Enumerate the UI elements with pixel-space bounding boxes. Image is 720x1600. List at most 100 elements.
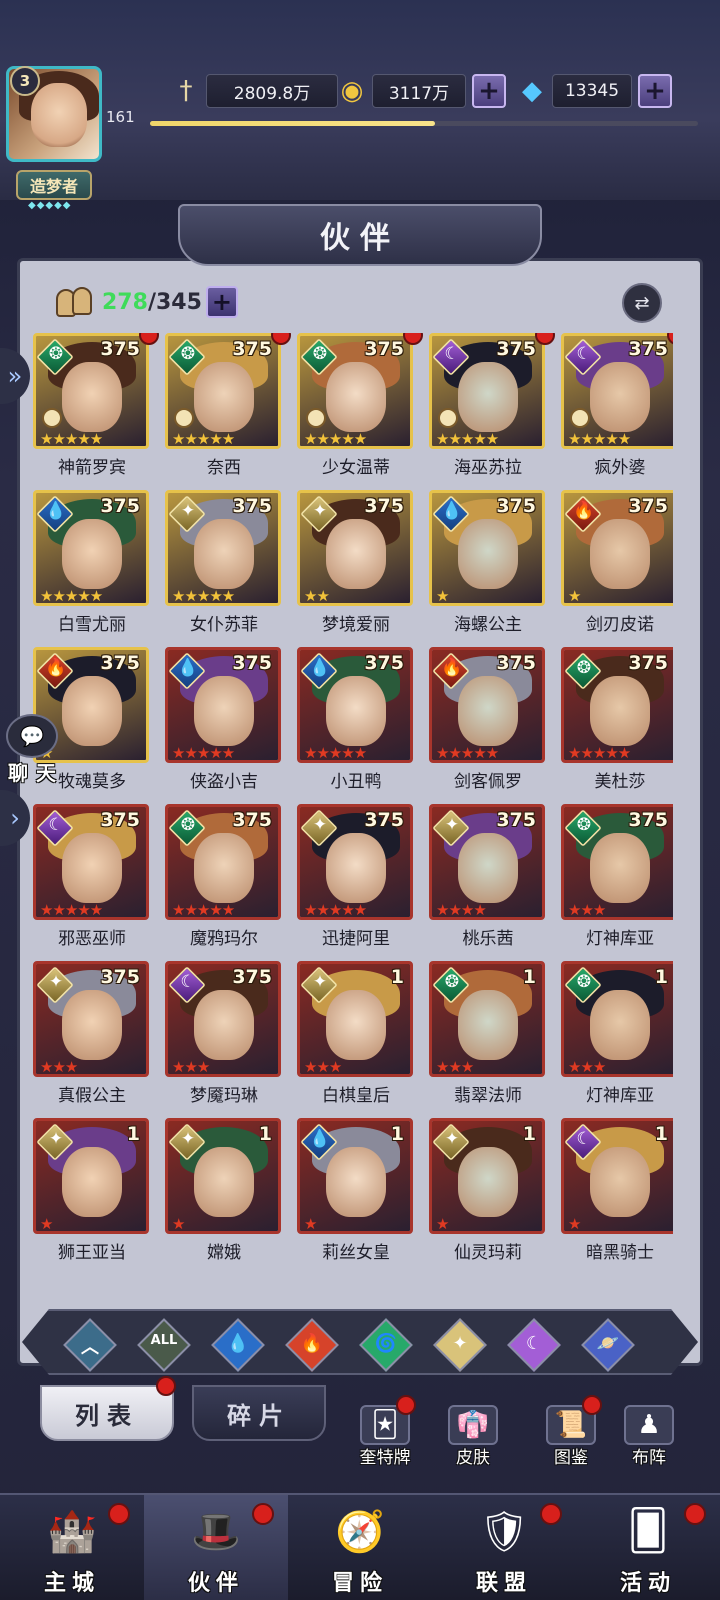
- partner-level: 1: [390, 1123, 404, 1145]
- partner-card[interactable]: ❂ 375 ★★★★★ 魔鸦玛尔: [165, 804, 283, 954]
- star-rating: ★★★: [40, 1058, 78, 1076]
- partner-card[interactable]: ✦ 1 ★ 仙灵玛莉: [429, 1118, 547, 1268]
- partner-card[interactable]: 🔥 375 ★ 剑刃皮诺: [561, 490, 673, 640]
- diamond-icon: ◆: [522, 76, 542, 106]
- partner-name: 疯外婆: [594, 458, 646, 478]
- title-stars: ◆◆◆◆◆: [28, 200, 72, 211]
- gold-display: ◉ 3117万 +: [332, 72, 506, 110]
- gem-value: 13345: [552, 74, 632, 108]
- partner-card[interactable]: 🔥 375 ★★★★★ 剑客佩罗: [429, 647, 547, 797]
- nav-item-3[interactable]: 🛡 联盟: [432, 1495, 576, 1600]
- planet-icon[interactable]: 🪐: [581, 1318, 635, 1372]
- partner-name: 海巫苏拉: [454, 458, 522, 478]
- add-gold-button[interactable]: +: [472, 74, 506, 108]
- partner-card[interactable]: ☾ 1 ★ 暗黑骑士: [561, 1118, 673, 1268]
- partner-card[interactable]: ✦ 1 ★ 狮王亚当: [33, 1118, 151, 1268]
- nav-item-4[interactable]: 🂠 活动: [576, 1495, 720, 1600]
- partner-card[interactable]: ✦ 375 ★★★ 真假公主: [33, 961, 151, 1111]
- partner-name: 白棋皇后: [322, 1086, 390, 1106]
- portrait-face: [326, 1147, 386, 1217]
- partner-card[interactable]: ✦ 375 ★★★★★ 迅捷阿里: [297, 804, 415, 954]
- nature-glyph-icon: ❂: [180, 815, 196, 835]
- partner-count: 278/345 +: [54, 285, 238, 319]
- tab-fragments[interactable]: 碎片: [192, 1385, 326, 1441]
- star-rating: ★: [40, 1215, 53, 1233]
- partner-card[interactable]: ❂ 375 ★★★★★ 神箭罗宾: [33, 333, 159, 483]
- partner-card[interactable]: ❂ 1 ★★★ 翡翠法师: [429, 961, 547, 1111]
- partner-card[interactable]: ❂ 375 ★★★ 灯神库亚: [561, 804, 673, 954]
- partner-card[interactable]: ☾ 375 ★★★★★ 疯外婆: [561, 333, 673, 483]
- partner-card[interactable]: 💧 375 ★★★★★ 白雪尤丽: [33, 490, 151, 640]
- chat-label[interactable]: 聊天: [8, 757, 64, 786]
- dark-glyph-icon: ☾: [180, 972, 196, 992]
- partner-card[interactable]: ☾ 375 ★★★ 梦魇玛琳: [165, 961, 283, 1111]
- partner-card[interactable]: 💧 375 ★★★★★ 侠盗小吉: [165, 647, 283, 797]
- partner-portrait: ❂ 1 ★★★: [561, 961, 673, 1077]
- partner-card[interactable]: ☾ 375 ★★★★★ 海巫苏拉: [429, 333, 555, 483]
- partner-name: 梦境爱丽: [322, 615, 390, 635]
- add-gems-button[interactable]: +: [638, 74, 672, 108]
- fire-icon[interactable]: 🔥: [285, 1318, 339, 1372]
- shortcut-3[interactable]: ♟ 布阵: [612, 1405, 686, 1468]
- partner-card[interactable]: ✦ 1 ★★★ 白棋皇后: [297, 961, 415, 1111]
- partner-level: 1: [522, 1123, 536, 1145]
- partner-portrait: ❂ 375 ★★★★★: [297, 333, 413, 449]
- partner-card[interactable]: ✦ 375 ★★ 梦境爱丽: [297, 490, 415, 640]
- partner-card[interactable]: 💧 375 ★ 海螺公主: [429, 490, 547, 640]
- partner-level: 375: [232, 495, 272, 517]
- partner-card[interactable]: ❂ 375 ★★★★★ 美杜莎: [561, 647, 673, 797]
- partner-name: 剑客佩罗: [454, 772, 522, 792]
- partner-card[interactable]: ☾ 375 ★★★★★ 邪恶巫师: [33, 804, 151, 954]
- player-exp: 161: [106, 108, 135, 126]
- player-title-badge[interactable]: 造梦者: [16, 170, 92, 200]
- partner-name: 奈西: [207, 458, 241, 478]
- partner-grid: ❂ 375 ★★★★★ 神箭罗宾 ❂ 375 ★★★★★ 奈西 ❂ 375 ★★…: [33, 333, 673, 1295]
- star-rating: ★★: [304, 587, 330, 605]
- water-glyph-icon: 💧: [45, 501, 67, 521]
- portrait-face: [458, 676, 518, 746]
- partner-card[interactable]: ❂ 375 ★★★★★ 奈西: [165, 333, 291, 483]
- nav-item-0[interactable]: 🏰 主城: [0, 1495, 144, 1600]
- chat-icon[interactable]: 💬: [6, 714, 58, 758]
- partner-level: 375: [364, 338, 404, 360]
- water-icon[interactable]: 💧: [211, 1318, 265, 1372]
- filter-glyph: 💧: [226, 1333, 250, 1354]
- partner-portrait: ☾ 375 ★★★★★: [561, 333, 673, 449]
- star-rating: ★★★★★: [568, 430, 631, 448]
- partner-card[interactable]: ❂ 375 ★★★★★ 少女温蒂: [297, 333, 423, 483]
- partner-card[interactable]: 💧 375 ★★★★★ 小丑鸭: [297, 647, 415, 797]
- shortcut-1[interactable]: 👘 皮肤: [436, 1405, 510, 1468]
- shortcut-0[interactable]: 🃏 奎特牌: [348, 1395, 422, 1468]
- nature-glyph-icon: ❂: [180, 344, 196, 364]
- panel-header: 伙伴: [178, 204, 542, 266]
- star-rating: ★★★★★: [172, 744, 235, 762]
- nav-item-1[interactable]: 🎩 伙伴: [144, 1495, 288, 1600]
- all-icon[interactable]: ALL: [137, 1318, 191, 1372]
- partner-card[interactable]: ✦ 375 ★★★★★ 女仆苏菲: [165, 490, 283, 640]
- gold-value: 3117万: [372, 74, 466, 108]
- nav-item-2[interactable]: 🧭 冒险: [288, 1495, 432, 1600]
- partner-card[interactable]: ✦ 1 ★ 嫦娥: [165, 1118, 283, 1268]
- partner-name: 女仆苏菲: [190, 615, 258, 635]
- partner-card[interactable]: ❂ 1 ★★★ 灯神库亚: [561, 961, 673, 1111]
- count-current: 278: [102, 289, 148, 315]
- partner-name: 海螺公主: [454, 615, 522, 635]
- crest-icon: [42, 408, 62, 428]
- portrait-face: [62, 362, 122, 432]
- portrait-face: [326, 833, 386, 903]
- partner-card[interactable]: ✦ 375 ★★★★ 桃乐茜: [429, 804, 547, 954]
- element-filter-bar: ︿ ALL 💧 🔥 🌀 ✦ ☾ 🪐: [22, 1309, 698, 1375]
- partner-card[interactable]: 💧 1 ★ 莉丝女皇: [297, 1118, 415, 1268]
- arrow-up-icon[interactable]: ︿: [63, 1318, 117, 1372]
- shortcut-2[interactable]: 📜 图鉴: [534, 1395, 608, 1468]
- partner-level: 375: [364, 495, 404, 517]
- tab-list[interactable]: 列表: [40, 1385, 174, 1441]
- partner-level: 1: [258, 1123, 272, 1145]
- nature-icon[interactable]: 🌀: [359, 1318, 413, 1372]
- dark-icon[interactable]: ☾: [507, 1318, 561, 1372]
- light-icon[interactable]: ✦: [433, 1318, 487, 1372]
- partner-portrait: ✦ 375 ★★★★★: [297, 804, 413, 920]
- sort-toggle-button[interactable]: ⇄: [622, 283, 662, 323]
- nature-glyph-icon: ❂: [312, 344, 328, 364]
- expand-capacity-button[interactable]: +: [205, 286, 238, 318]
